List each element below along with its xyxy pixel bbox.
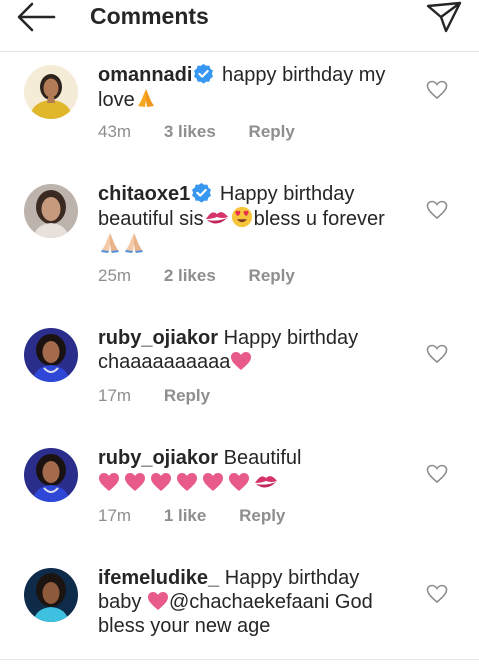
reply-button[interactable]: Reply: [164, 386, 210, 405]
reply-button[interactable]: Reply: [239, 506, 285, 525]
share-button[interactable]: [424, 0, 464, 34]
heart-outline-icon: [426, 344, 448, 364]
like-button[interactable]: [426, 80, 448, 100]
avatar[interactable]: [24, 65, 78, 119]
avatar[interactable]: [24, 568, 78, 622]
heart-outline-icon: [426, 80, 448, 100]
verified-badge-icon: [192, 182, 212, 203]
comment-meta: 25m 2 likes Reply: [98, 266, 323, 286]
heart-eyes-face-emoji-icon: [231, 206, 252, 228]
back-button[interactable]: [14, 0, 58, 34]
comment-text: ruby_ojiakor Beautiful: [98, 446, 416, 495]
comment-item: ruby_ojiakor Beautiful 17m 1 like Reply: [0, 436, 479, 536]
kiss-mark-emoji-icon: [255, 476, 277, 488]
divider: [0, 659, 479, 660]
comment-line: Happy birthday: [219, 183, 355, 205]
comment-username[interactable]: ruby_ojiakor: [98, 327, 218, 349]
comment-line: bless u forever: [253, 208, 385, 230]
heavy-heart-emoji-icon: [231, 352, 252, 370]
comment-line: chaaaaaaaaaa: [98, 351, 231, 373]
comment-username[interactable]: omannadi: [98, 64, 192, 86]
avatar[interactable]: [24, 184, 78, 238]
comment-username[interactable]: chitaoxe1: [98, 183, 190, 205]
comment-text: ifemeludike_ Happy birthday baby @chacha…: [98, 566, 416, 638]
heart-outline-icon: [426, 464, 448, 484]
arrow-left-icon: [17, 2, 56, 32]
comment-item: ruby_ojiakor Happy birthday chaaaaaaaaaa…: [0, 316, 479, 416]
folded-hands-emoji-icon: [101, 233, 119, 253]
comment-meta: 17m 1 like Reply: [98, 506, 313, 526]
page-title: Comments: [90, 3, 209, 29]
comment-list[interactable]: omannadi happy birthday my love 43m 3 li…: [0, 52, 479, 667]
comment-line: Beautiful: [223, 447, 302, 469]
paper-plane-icon: [426, 1, 462, 33]
comment-line: Happy birthday: [223, 327, 359, 349]
comment-text: ruby_ojiakor Happy birthday chaaaaaaaaaa: [98, 326, 416, 374]
avatar[interactable]: [24, 448, 78, 502]
comment-item: chitaoxe1 Happy birthday beautiful sis bl…: [0, 172, 479, 294]
heavy-heart-emoji-icon: [229, 473, 249, 491]
heavy-heart-emoji-icon: [125, 473, 145, 491]
comment-line: happy birthday my: [222, 64, 386, 86]
heavy-heart-emoji-icon: [147, 592, 168, 610]
reply-button[interactable]: Reply: [249, 266, 295, 285]
comment-time: 17m: [98, 506, 132, 525]
heavy-heart-emoji-icon: [151, 473, 171, 491]
comment-line: love: [98, 89, 135, 111]
comment-text: omannadi happy birthday my love: [98, 63, 416, 112]
folded-hands-emoji-icon: [125, 233, 143, 253]
comment-line: bless your new age: [98, 615, 271, 637]
comment-username[interactable]: ifemeludike_: [98, 567, 219, 589]
verified-badge-icon: [194, 63, 214, 84]
likes-count[interactable]: 1 like: [164, 506, 207, 525]
comment-mention-line[interactable]: @chachaekefaani God: [169, 591, 373, 613]
comment-line: Happy birthday: [224, 567, 360, 589]
likes-count[interactable]: 3 likes: [164, 122, 216, 141]
comment-meta: 17m Reply: [98, 386, 238, 406]
folded-hands-emoji-icon: [137, 89, 154, 107]
like-button[interactable]: [426, 584, 448, 604]
comment-time: 43m: [98, 122, 132, 141]
reply-button[interactable]: Reply: [249, 122, 295, 141]
kiss-mark-emoji-icon: [205, 212, 228, 224]
like-button[interactable]: [426, 464, 448, 484]
like-button[interactable]: [426, 344, 448, 364]
heart-outline-icon: [426, 200, 448, 220]
comment-line: beautiful sis: [98, 208, 204, 230]
heavy-heart-emoji-icon: [203, 473, 223, 491]
comment-text: chitaoxe1 Happy birthday beautiful sis bl…: [98, 182, 416, 256]
comment-meta: 43m 3 likes Reply: [98, 122, 323, 142]
heavy-heart-emoji-icon: [177, 473, 197, 491]
comment-time: 25m: [98, 266, 132, 285]
comment-username[interactable]: ruby_ojiakor: [98, 447, 218, 469]
comment-line: baby: [98, 591, 142, 613]
comment-item: ifemeludike_ Happy birthday baby @chacha…: [0, 556, 479, 667]
likes-count[interactable]: 2 likes: [164, 266, 216, 285]
comment-item: omannadi happy birthday my love 43m 3 li…: [0, 52, 479, 162]
heart-outline-icon: [426, 584, 448, 604]
comment-time: 17m: [98, 386, 132, 405]
top-bar: Comments: [0, 0, 479, 52]
heavy-heart-emoji-icon: [99, 473, 119, 491]
like-button[interactable]: [426, 200, 448, 220]
avatar[interactable]: [24, 328, 78, 382]
